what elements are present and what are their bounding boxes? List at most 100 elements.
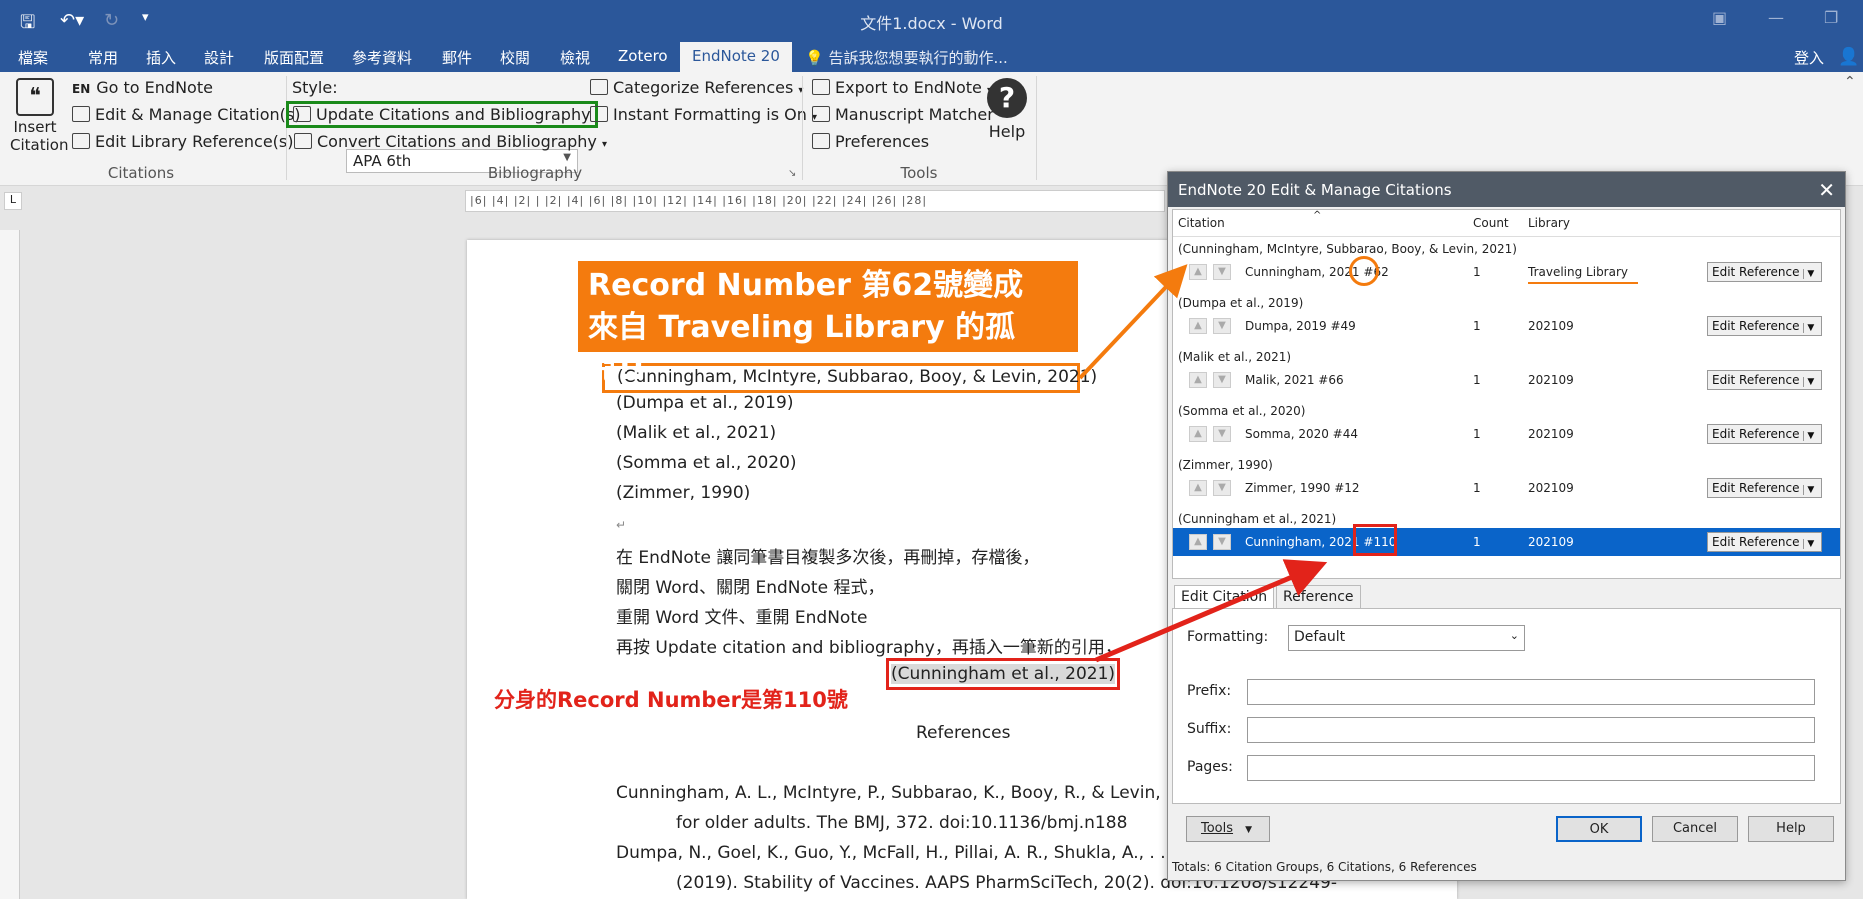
tab-mailings[interactable]: 郵件	[442, 47, 472, 68]
orange-callout: Record Number 第62號變成 來自 Traveling Librar…	[578, 261, 1078, 387]
move-up-icon[interactable]: ▲	[1189, 318, 1207, 334]
column-header-citation[interactable]: Citation	[1178, 216, 1225, 230]
edit-reference-button[interactable]: Edit Reference ▼	[1707, 424, 1822, 444]
help-button[interactable]: Help	[1748, 816, 1834, 842]
dialog-launcher-icon[interactable]: ↘	[788, 168, 796, 179]
ok-button[interactable]: OK	[1556, 816, 1642, 842]
doc-citation-cunningham-110[interactable]: (Cunningham et al., 2021)	[886, 658, 1121, 690]
move-up-icon[interactable]: ▲	[1189, 426, 1207, 442]
move-down-icon[interactable]: ▼	[1213, 480, 1231, 496]
dialog-title-text: EndNote 20 Edit & Manage Citations	[1178, 181, 1452, 199]
dropdown-arrow-icon: ▼	[1803, 323, 1815, 333]
dropdown-arrow-icon: ▼	[1803, 377, 1815, 387]
tab-edit-citation[interactable]: Edit Citation	[1174, 585, 1275, 609]
edit-reference-button[interactable]: Edit Reference ▼	[1707, 316, 1822, 336]
chevron-down-icon: ▼	[563, 152, 571, 163]
prefix-input[interactable]	[1247, 679, 1815, 705]
doc-citation-dumpa[interactable]: (Dumpa et al., 2019)	[616, 393, 793, 413]
tab-zotero[interactable]: Zotero	[618, 47, 668, 65]
citation-row[interactable]: ▲ ▼ Somma, 2020 #44 1 202109 Edit Refere…	[1173, 420, 1840, 448]
tools-dropdown-button[interactable]: Tools ▼	[1186, 816, 1270, 842]
convert-citations-button[interactable]: Convert Citations and Bibliography ▾	[294, 132, 607, 151]
citation-row[interactable]: ▲ ▼ Dumpa, 2019 #49 1 202109 Edit Refere…	[1173, 312, 1840, 340]
insert-citation-button[interactable]: ❝ Insert Citation	[10, 78, 68, 154]
move-down-icon[interactable]: ▼	[1213, 318, 1231, 334]
tab-home[interactable]: 常用	[88, 47, 118, 68]
edit-reference-button[interactable]: Edit Reference ▼	[1707, 478, 1822, 498]
preferences-icon	[812, 133, 830, 149]
doc-citation-somma[interactable]: (Somma et al., 2020)	[616, 453, 797, 473]
categorize-references-button[interactable]: Categorize References ▾	[590, 78, 803, 97]
instant-formatting-button[interactable]: Instant Formatting is On ▾	[590, 105, 817, 124]
move-up-icon[interactable]: ▲	[1189, 534, 1207, 550]
move-down-icon[interactable]: ▼	[1213, 264, 1231, 280]
citation-row[interactable]: ▲ ▼ Zimmer, 1990 #12 1 202109 Edit Refer…	[1173, 474, 1840, 502]
tools-group-label: Tools	[900, 164, 938, 182]
edit-tabs: Edit Citation Reference	[1172, 583, 1841, 609]
ribbon-display-icon[interactable]: ▣	[1712, 8, 1727, 27]
callout-line-2: 來自 Traveling Library 的孤兒!!	[588, 310, 1016, 387]
export-to-endnote-button[interactable]: Export to EndNote ▾	[812, 78, 992, 97]
instant-formatting-icon	[590, 106, 608, 122]
citation-library: 202109	[1528, 481, 1574, 495]
tab-review[interactable]: 校閱	[500, 47, 530, 68]
manuscript-icon	[812, 106, 830, 122]
edit-reference-button[interactable]: Edit Reference ▼	[1707, 370, 1822, 390]
edit-reference-label: Edit Reference	[1712, 265, 1800, 279]
close-icon[interactable]: ✕	[1818, 178, 1835, 202]
en-icon: EN	[72, 82, 91, 96]
pages-input[interactable]	[1247, 755, 1815, 781]
edit-reference-button[interactable]: Edit Reference ▼	[1707, 262, 1822, 282]
move-up-icon[interactable]: ▲	[1189, 264, 1207, 280]
tab-selector[interactable]: L	[4, 192, 22, 210]
doc-citation-zimmer[interactable]: (Zimmer, 1990)	[616, 483, 750, 503]
citation-row-selected[interactable]: ▲ ▼ Cunningham, 2021 #110 1 202109 Edit …	[1173, 524, 1840, 556]
column-header-library[interactable]: Library	[1528, 216, 1570, 230]
edit-reference-label: Edit Reference	[1712, 427, 1800, 441]
edit-citation-icon	[72, 106, 90, 122]
tab-file[interactable]: 檔案	[18, 47, 48, 68]
tab-references[interactable]: 參考資料	[352, 47, 412, 68]
edit-citation-panel: Formatting: Default ⌄ Prefix: Suffix: Pag…	[1172, 608, 1841, 804]
tab-insert[interactable]: 插入	[146, 47, 176, 68]
tab-layout[interactable]: 版面配置	[264, 47, 324, 68]
tab-view[interactable]: 檢視	[560, 47, 590, 68]
minimize-icon[interactable]: —	[1768, 8, 1784, 27]
move-up-icon[interactable]: ▲	[1189, 372, 1207, 388]
update-citations-button[interactable]: Update Citations and Bibliography	[286, 101, 598, 128]
lightbulb-icon: 💡	[805, 49, 824, 67]
edit-reference-button[interactable]: Edit Reference ▼	[1707, 532, 1822, 552]
callout-line-1: Record Number 第62號變成	[588, 268, 1024, 303]
dialog-title: EndNote 20 Edit & Manage Citations	[1168, 172, 1845, 207]
tell-me-box[interactable]: 💡 告訴我您想要執行的動作...	[805, 47, 1008, 68]
manuscript-matcher-button[interactable]: Manuscript Matcher	[812, 105, 994, 124]
column-header-count[interactable]: Count	[1473, 216, 1509, 230]
edit-library-reference-button[interactable]: Edit Library Reference(s)	[72, 132, 294, 151]
sign-in-link[interactable]: 登入	[1794, 47, 1824, 68]
doc-citation-malik[interactable]: (Malik et al., 2021)	[616, 423, 776, 443]
move-down-icon[interactable]: ▼	[1213, 426, 1231, 442]
tab-endnote[interactable]: EndNote 20	[680, 42, 792, 72]
suffix-input[interactable]	[1247, 717, 1815, 743]
formatting-dropdown[interactable]: Default ⌄	[1288, 625, 1525, 651]
horizontal-ruler: |6| |4| |2| | |2| |4| |6| |8| |10| |12| …	[465, 190, 1165, 212]
move-down-icon[interactable]: ▼	[1213, 534, 1231, 550]
maximize-icon[interactable]: ❐	[1824, 8, 1838, 27]
citation-count: 1	[1473, 481, 1481, 495]
share-icon[interactable]: 👤	[1838, 47, 1859, 67]
move-up-icon[interactable]: ▲	[1189, 480, 1207, 496]
tab-reference[interactable]: Reference	[1276, 585, 1361, 609]
help-button[interactable]: ? Help	[984, 78, 1030, 141]
collapse-ribbon-icon[interactable]: ⌃	[1844, 74, 1856, 90]
citation-row[interactable]: ▲ ▼ Cunningham, 2021 #62 1 Traveling Lib…	[1173, 256, 1840, 286]
update-label: Update Citations and Bibliography	[316, 105, 591, 124]
move-down-icon[interactable]: ▼	[1213, 372, 1231, 388]
cancel-button[interactable]: Cancel	[1652, 816, 1738, 842]
preferences-button[interactable]: Preferences	[812, 132, 929, 151]
citation-count: 1	[1473, 373, 1481, 387]
tab-design[interactable]: 設計	[204, 47, 234, 68]
citation-row[interactable]: ▲ ▼ Malik, 2021 #66 1 202109 Edit Refere…	[1173, 366, 1840, 394]
edit-manage-citations-button[interactable]: Edit & Manage Citation(s)	[72, 105, 300, 124]
go-to-endnote-button[interactable]: EN Go to EndNote	[72, 78, 213, 97]
dropdown-arrow-icon: ▼	[1245, 825, 1253, 835]
